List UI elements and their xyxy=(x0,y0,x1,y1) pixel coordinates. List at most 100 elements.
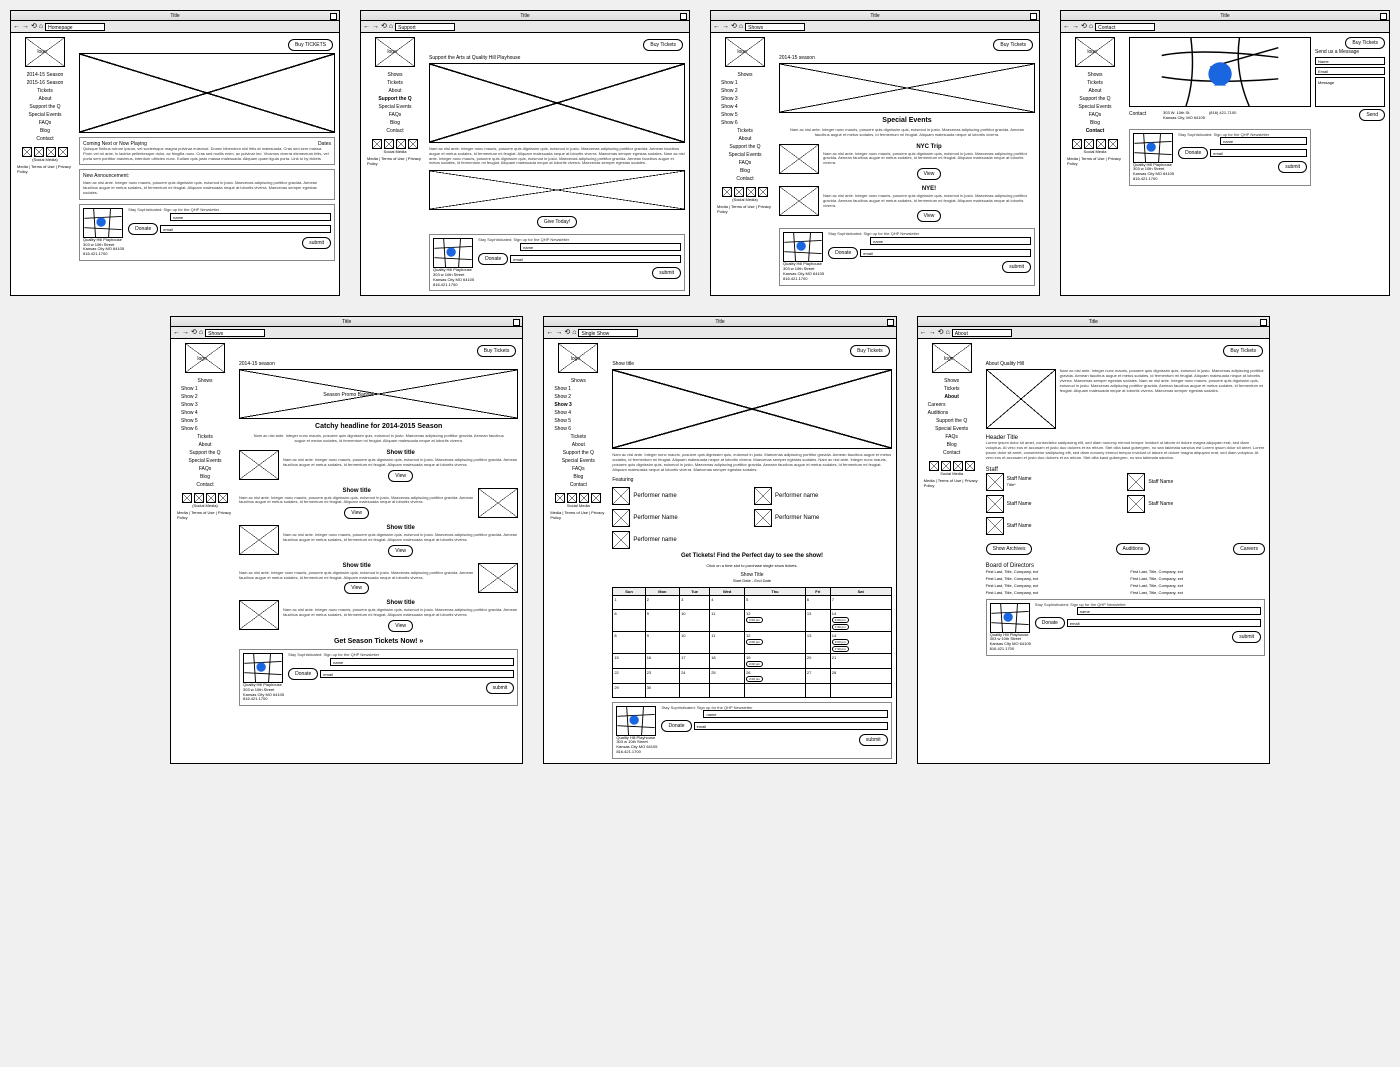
view-button[interactable]: View xyxy=(917,168,942,180)
archives-button[interactable]: Show Archives xyxy=(986,543,1033,555)
footer-links[interactable]: Media | Terms of Use | Privacy Policy xyxy=(1065,154,1125,168)
forward-icon[interactable]: → xyxy=(182,329,189,336)
footer-links[interactable]: Media | Terms of Use | Privacy Policy xyxy=(175,508,235,522)
calendar-cell[interactable]: 10 xyxy=(680,631,710,653)
time-slot[interactable]: 2:00 pm xyxy=(746,639,763,645)
nav-item[interactable]: Contact xyxy=(715,175,775,183)
submit-button[interactable]: submit xyxy=(1002,261,1031,273)
nav-item[interactable]: Special Events xyxy=(15,111,75,119)
social-icon[interactable] xyxy=(372,139,382,149)
nav-item[interactable]: Blog xyxy=(1065,119,1125,127)
season-cta[interactable]: Get Season Tickets Now! » xyxy=(239,638,518,645)
back-icon[interactable]: ← xyxy=(920,329,927,336)
url-field[interactable]: Contact xyxy=(1095,23,1155,31)
email-input[interactable]: email xyxy=(860,249,1031,257)
calendar-cell[interactable]: 7 xyxy=(830,595,891,609)
submit-button[interactable]: submit xyxy=(1278,161,1307,173)
auditions-button[interactable]: Auditions xyxy=(1116,543,1151,555)
time-slot[interactable]: 2:00 pm xyxy=(746,617,763,623)
nav-item[interactable]: Support the Q xyxy=(1065,95,1125,103)
buy-tickets-button[interactable]: Buy Tickets xyxy=(993,39,1033,51)
calendar-cell[interactable] xyxy=(830,683,891,697)
calendar-cell[interactable]: 5 xyxy=(745,595,806,609)
calendar-cell[interactable]: 10 xyxy=(680,609,710,631)
contact-map[interactable] xyxy=(1129,37,1311,107)
calendar-cell[interactable]: 17 xyxy=(680,653,710,668)
social-icon[interactable] xyxy=(1072,139,1082,149)
calendar-cell[interactable]: 21 xyxy=(830,653,891,668)
nav-item[interactable]: FAQs xyxy=(365,111,425,119)
calendar-cell[interactable]: 1 xyxy=(613,595,645,609)
calendar-cell[interactable]: 22 xyxy=(613,668,645,683)
calendar-cell[interactable]: 25 xyxy=(710,668,745,683)
social-icon[interactable] xyxy=(734,187,744,197)
url-field[interactable]: Support xyxy=(395,23,455,31)
nav-item[interactable]: FAQs xyxy=(715,159,775,167)
nav-item[interactable]: Show 3 xyxy=(548,401,608,409)
reload-icon[interactable]: ⟲ xyxy=(564,329,570,336)
calendar-cell[interactable]: 6 xyxy=(805,595,830,609)
view-button[interactable]: View xyxy=(917,210,942,222)
calendar-cell[interactable]: 142:00 pm7:30 pm xyxy=(830,609,891,631)
donate-button[interactable]: Donate xyxy=(478,253,508,265)
calendar-cell[interactable]: 8 xyxy=(613,631,645,653)
nav-item[interactable]: Support the Q xyxy=(715,143,775,151)
name-input[interactable]: name xyxy=(330,658,514,666)
nav-item[interactable]: Tickets xyxy=(365,79,425,87)
nav-item[interactable]: Tickets xyxy=(175,433,235,441)
reload-icon[interactable]: ⟲ xyxy=(381,23,387,30)
nav-item[interactable]: Support the Q xyxy=(175,449,235,457)
social-icon[interactable] xyxy=(194,493,204,503)
time-slot[interactable]: 2:00 pm xyxy=(746,661,763,667)
nav-item[interactable]: Special Events xyxy=(1065,103,1125,111)
time-slot[interactable]: 2:00 pm xyxy=(832,639,849,645)
social-icon[interactable] xyxy=(953,461,963,471)
calendar-cell[interactable]: 29 xyxy=(613,683,645,697)
calendar-cell[interactable]: 192:00 pm xyxy=(745,653,806,668)
url-field[interactable]: About xyxy=(952,329,1012,337)
calendar-cell[interactable]: 18 xyxy=(710,653,745,668)
name-input[interactable]: name xyxy=(1220,137,1307,145)
home-icon[interactable]: ⌂ xyxy=(1089,23,1093,30)
nav-item[interactable]: Contact xyxy=(922,449,982,457)
social-icon[interactable] xyxy=(46,147,56,157)
submit-button[interactable]: submit xyxy=(486,682,515,694)
nav-item[interactable]: Blog xyxy=(15,127,75,135)
home-icon[interactable]: ⌂ xyxy=(946,329,950,336)
calendar-cell[interactable]: 13 xyxy=(805,631,830,653)
social-icon[interactable] xyxy=(1096,139,1106,149)
calendar-cell[interactable]: 16 xyxy=(645,653,679,668)
social-icon[interactable] xyxy=(58,147,68,157)
nav-item[interactable]: Show 5 xyxy=(548,417,608,425)
nav-item[interactable]: Careers xyxy=(922,401,982,409)
nav-item[interactable]: FAQs xyxy=(548,465,608,473)
social-icon[interactable] xyxy=(1084,139,1094,149)
nav-item[interactable]: Auditions xyxy=(922,409,982,417)
nav-item[interactable]: FAQs xyxy=(1065,111,1125,119)
social-icon[interactable] xyxy=(396,139,406,149)
social-icon[interactable] xyxy=(182,493,192,503)
forward-icon[interactable]: → xyxy=(22,23,29,30)
calendar-cell[interactable]: 11 xyxy=(710,609,745,631)
social-icon[interactable] xyxy=(591,493,601,503)
view-button[interactable]: View xyxy=(388,470,413,482)
social-icon[interactable] xyxy=(218,493,228,503)
footer-links[interactable]: Media | Terms of Use | Privacy Policy xyxy=(15,162,75,176)
nav-item[interactable]: About xyxy=(715,135,775,143)
social-icon[interactable] xyxy=(1108,139,1118,149)
social-icon[interactable] xyxy=(567,493,577,503)
buy-tickets-button[interactable]: Buy Tickets xyxy=(643,39,683,51)
nav-item[interactable]: Shows xyxy=(1065,71,1125,79)
nav-item[interactable]: Blog xyxy=(175,473,235,481)
nav-item[interactable]: FAQs xyxy=(15,119,75,127)
submit-button[interactable]: submit xyxy=(652,267,681,279)
email-input[interactable]: email xyxy=(694,722,888,730)
nav-item[interactable]: Special Events xyxy=(922,425,982,433)
social-icon[interactable] xyxy=(941,461,951,471)
nav-item[interactable]: About xyxy=(15,95,75,103)
social-icon[interactable] xyxy=(746,187,756,197)
donate-button[interactable]: Donate xyxy=(288,668,318,680)
time-slot[interactable]: 2:00 pm xyxy=(746,676,763,682)
careers-button[interactable]: Careers xyxy=(1233,543,1265,555)
back-icon[interactable]: ← xyxy=(1063,23,1070,30)
